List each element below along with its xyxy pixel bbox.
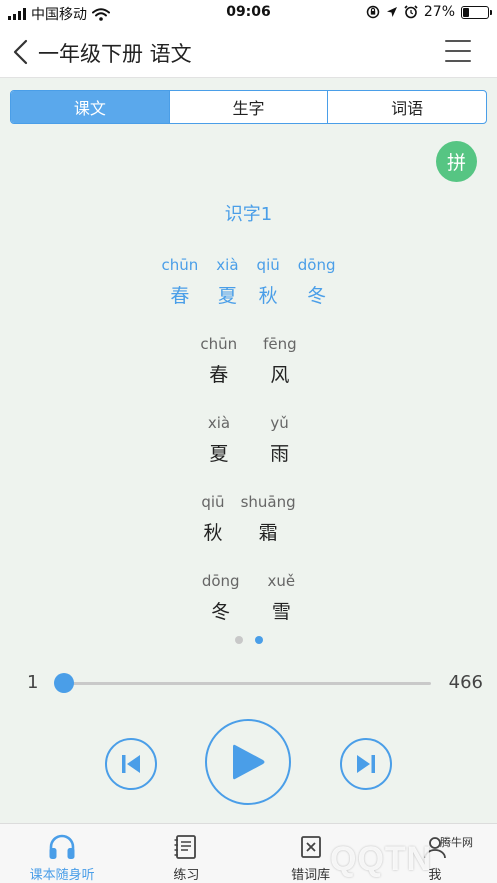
pinyin-label: qiū [201, 493, 225, 511]
back-button[interactable] [12, 38, 38, 66]
previous-button[interactable] [105, 738, 157, 790]
character-cell[interactable]: dōng 冬 [202, 571, 240, 624]
pinyin-label: qiū [256, 256, 280, 274]
tab-lesson-text[interactable]: 课文 [11, 91, 169, 123]
character-cell[interactable]: xià 夏 [216, 255, 238, 308]
user-icon [423, 836, 446, 858]
tab-label: 错词库 [291, 868, 331, 883]
text-line-4: qiū 秋 shuāng 霜 [0, 492, 497, 545]
play-icon [233, 744, 265, 780]
hanzi-label: 秋 [203, 522, 223, 544]
text-line-1: chūn 春 xià 夏 qiū 秋 dōng 冬 [0, 255, 497, 308]
text-line-3: xià 夏 yǔ 雨 [0, 413, 497, 466]
progress-slider[interactable] [54, 673, 431, 693]
tab-new-characters[interactable]: 生字 [168, 91, 328, 123]
character-cell[interactable]: chūn 春 [162, 255, 199, 308]
character-cell[interactable]: xuě 雪 [268, 571, 296, 624]
headphones-icon [49, 834, 75, 859]
tab-label: 练习 [173, 868, 200, 883]
pinyin-label: xià [216, 256, 239, 274]
hanzi-label: 冬 [307, 285, 327, 307]
character-cell[interactable]: chūn 春 [200, 334, 237, 387]
segmented-tabs: 课文 生字 词语 [10, 90, 487, 124]
notebook-icon [174, 834, 197, 859]
hanzi-label: 雪 [271, 601, 291, 623]
text-line-5: dōng 冬 xuě 雪 [0, 571, 497, 624]
hanzi-label: 夏 [217, 285, 237, 307]
tab-vocabulary[interactable]: 词语 [327, 91, 486, 123]
next-button[interactable] [340, 738, 392, 790]
alarm-icon [404, 5, 418, 19]
hanzi-label: 夏 [209, 443, 229, 465]
character-cell[interactable]: qiū 秋 [257, 255, 280, 308]
bottom-tab-bar: 课本随身听 练习 错词库 我 [0, 823, 497, 883]
tab-error-words[interactable]: 错词库 [249, 824, 373, 883]
progress-thumb[interactable] [54, 673, 74, 693]
battery-icon [461, 5, 492, 19]
skip-next-icon [357, 755, 375, 773]
pinyin-toggle-button[interactable]: 拼 [436, 141, 477, 182]
pinyin-label: dōng [201, 572, 240, 590]
character-cell[interactable]: xià 夏 [208, 413, 230, 466]
tab-me[interactable]: 我 [373, 824, 497, 883]
menu-icon[interactable] [445, 40, 471, 62]
text-line-2: chūn 春 fēng 风 [0, 334, 497, 387]
pinyin-label: fēng [263, 335, 297, 353]
hanzi-label: 秋 [258, 285, 278, 307]
character-cell[interactable]: shuāng 霜 [241, 492, 296, 545]
character-cell[interactable]: yǔ 雨 [270, 413, 289, 466]
character-cell[interactable]: dōng 冬 [298, 255, 336, 308]
tab-label: 我 [428, 868, 442, 883]
pinyin-label: dōng [297, 256, 336, 274]
page-dot-active[interactable] [254, 636, 263, 644]
pinyin-label: chūn [200, 335, 238, 353]
pinyin-label: yǔ [270, 414, 289, 432]
page-indicator [0, 636, 497, 644]
pinyin-label: xià [207, 414, 231, 432]
character-cell[interactable]: qiū 秋 [201, 492, 224, 545]
pinyin-label: chūn [161, 256, 199, 274]
tab-practice[interactable]: 练习 [124, 824, 248, 883]
progress-start-label: 1 [27, 672, 39, 693]
chevron-left-icon [13, 39, 28, 65]
status-bar: 中国移动 09:06 27% [0, 0, 497, 26]
lesson-title: 识字1 [224, 204, 273, 225]
page-dot[interactable] [234, 636, 243, 644]
pinyin-label: xuě [267, 572, 296, 590]
play-button[interactable] [205, 719, 291, 805]
skip-previous-icon [122, 755, 140, 773]
page-title: 一年级下册 语文 [38, 42, 192, 66]
hanzi-label: 风 [270, 364, 290, 386]
error-book-icon [300, 835, 321, 858]
tab-textbook-listen[interactable]: 课本随身听 [0, 824, 124, 883]
status-right: 27% [366, 4, 492, 20]
pinyin-label: shuāng [240, 493, 296, 511]
location-icon [386, 7, 397, 17]
hanzi-label: 春 [209, 364, 229, 386]
hanzi-label: 雨 [270, 443, 290, 465]
tab-label: 课本随身听 [29, 868, 95, 883]
character-cell[interactable]: fēng 风 [263, 334, 297, 387]
hanzi-label: 霜 [258, 522, 278, 544]
rotation-lock-icon [366, 5, 380, 19]
progress-end-label: 466 [448, 672, 483, 693]
battery-percent: 27% [423, 4, 455, 20]
nav-bar: 一年级下册 语文 [0, 26, 497, 78]
hanzi-label: 春 [170, 285, 190, 307]
hanzi-label: 冬 [211, 601, 231, 623]
